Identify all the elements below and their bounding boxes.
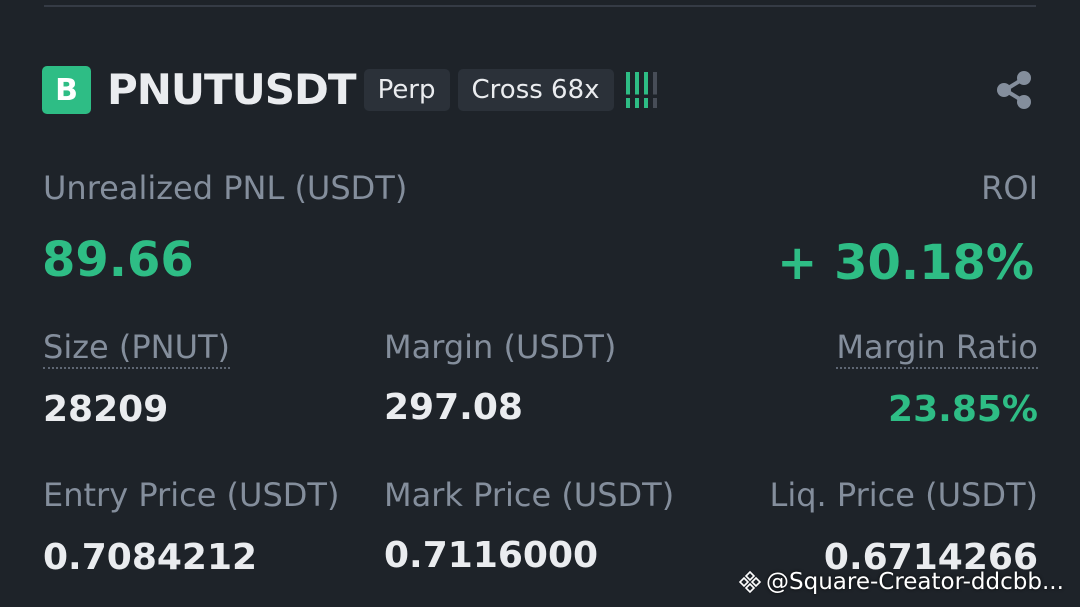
entry-price-label: Entry Price (USDT) — [43, 476, 340, 514]
divider — [44, 5, 1036, 7]
margin-value: 297.08 — [384, 387, 523, 428]
entry-price-value: 0.7084212 — [43, 537, 258, 578]
binance-diamond-icon — [738, 570, 762, 594]
binance-badge-icon: B — [42, 66, 91, 114]
margin-ratio-label[interactable]: Margin Ratio — [836, 329, 1038, 369]
size-label[interactable]: Size (PNUT) — [43, 329, 231, 369]
contract-type-tag: Perp — [363, 69, 450, 111]
roi-value: + 30.18% — [777, 235, 1034, 291]
margin-mode-tag[interactable]: Cross 68x — [457, 69, 614, 111]
creator-watermark: @Square-Creator-ddcbb... — [738, 565, 1064, 599]
mark-price-value: 0.7116000 — [384, 535, 599, 576]
margin-label: Margin (USDT) — [384, 328, 617, 366]
unrealized-pnl-value: 89.66 — [42, 232, 194, 288]
symbol-title[interactable]: PNUTUSDT — [107, 66, 357, 114]
mark-price-label: Mark Price (USDT) — [384, 476, 675, 514]
size-value: 28209 — [43, 389, 169, 430]
unrealized-pnl-label: Unrealized PNL (USDT) — [43, 169, 408, 207]
roi-label: ROI — [981, 169, 1038, 207]
position-header: B PNUTUSDT Perp Cross 68x — [42, 66, 657, 114]
margin-ratio-value: 23.85% — [888, 389, 1038, 430]
position-card: B PNUTUSDT Perp Cross 68x Unrealized PNL… — [0, 0, 1080, 607]
watermark-text: @Square-Creator-ddcbb... — [766, 569, 1064, 595]
share-icon[interactable] — [994, 70, 1034, 110]
signal-strength-icon — [625, 72, 657, 108]
liq-price-label: Liq. Price (USDT) — [769, 476, 1039, 514]
